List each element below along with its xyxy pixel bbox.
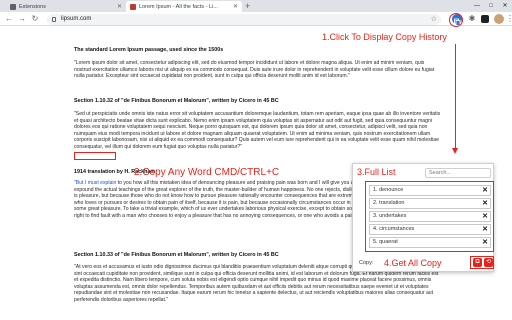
copy-history-popup: 3.Full List Search... 1. denounce ✕ 2. tr…: [352, 163, 494, 272]
annotation-full-list: 3.Full List: [357, 167, 396, 177]
bookmark-star-icon[interactable]: ☆: [431, 14, 437, 25]
address-text: lipsum.com: [61, 15, 92, 22]
back-icon[interactable]: ←: [4, 14, 14, 24]
menu-kebab-icon[interactable]: ⋮: [505, 14, 512, 24]
remove-item-icon[interactable]: ✕: [482, 225, 488, 234]
history-item-label: 4. circumstances: [373, 226, 415, 232]
paragraph-sed-ut: "Sed ut perspiciatis unde omnis iste nat…: [74, 111, 441, 150]
tab-title: Lorem Ipsum - All the facts - Li...: [139, 3, 218, 10]
history-item[interactable]: 5. quaerat ✕: [369, 237, 491, 248]
copy-label: Copy:: [359, 260, 374, 266]
history-item-label: 1. denounce: [373, 187, 404, 193]
annotation-arrow: [455, 44, 456, 151]
minimize-icon[interactable]: —: [470, 0, 484, 12]
address-bar[interactable]: lipsum.com ☆: [47, 13, 441, 25]
annotation-click-display: 1.Click To Display Copy History: [322, 32, 447, 42]
lock-icon: [52, 16, 56, 22]
history-item[interactable]: 1. denounce ✕: [369, 185, 491, 196]
tab-bar: Extensions ✕ Lorem Ipsum - All the facts…: [0, 0, 512, 12]
history-search-input[interactable]: Search...: [425, 168, 491, 178]
forward-icon[interactable]: →: [17, 14, 27, 24]
browser-toolbar: ← → ↻ lipsum.com ☆ ✱ ⋮: [0, 12, 512, 26]
history-item-label: 2. translation: [373, 200, 405, 206]
reload-icon[interactable]: ↻: [30, 14, 40, 24]
history-item[interactable]: 3. undertakes ✕: [369, 211, 491, 222]
close-tab-icon[interactable]: ✕: [233, 3, 238, 10]
puzzle-icon: [10, 3, 16, 10]
tab-extensions[interactable]: Extensions ✕: [6, 1, 126, 12]
heading-section-1-10-33: Section 1.10.33 of "de Finibus Bonorum e…: [74, 252, 279, 258]
maximize-icon[interactable]: □: [484, 0, 498, 12]
history-item[interactable]: 2. translation ✕: [369, 198, 491, 209]
remove-item-icon[interactable]: ✕: [482, 199, 488, 208]
new-tab-icon[interactable]: +: [245, 1, 250, 11]
annotation-arrow-head: [452, 148, 458, 154]
annotation-copy-word: 2.Copy Any Word CMD/CTRL+C: [134, 167, 280, 178]
remove-item-icon[interactable]: ✕: [482, 238, 488, 247]
close-tab-icon[interactable]: ✕: [117, 3, 122, 10]
sidebar-icon[interactable]: [481, 15, 489, 23]
remove-item-icon[interactable]: ✕: [482, 212, 488, 221]
history-item-label: 3. undertakes: [373, 213, 407, 219]
heading-section-1-10-32: Section 1.10.32 of "de Finibus Bonorum e…: [74, 98, 279, 104]
tab-lorem-ipsum[interactable]: Lorem Ipsum - All the facts - Li... ✕: [126, 1, 242, 12]
tab-title: Extensions: [19, 3, 46, 10]
paragraph-lorem: "Lorem ipsum dolor sit amet, consectetur…: [74, 60, 435, 80]
highlighted-selection[interactable]: "But I must explain: [74, 180, 116, 186]
annotation-get-all-copy: 4.Get All Copy: [384, 258, 442, 268]
lipsum-favicon-icon: [130, 3, 136, 10]
extensions-puzzle-icon[interactable]: ✱: [467, 14, 477, 24]
extension-highlight-circle: [449, 12, 463, 27]
close-window-icon[interactable]: ✕: [498, 0, 512, 12]
history-item[interactable]: 4. circumstances ✕: [369, 224, 491, 235]
copy-buttons-frame: [470, 256, 494, 269]
selection-highlight-box: [74, 152, 116, 160]
avatar[interactable]: [494, 14, 504, 24]
history-item-label: 5. quaerat: [373, 239, 398, 245]
full-list-frame: 1. denounce ✕ 2. translation ✕ 3. undertak…: [365, 181, 494, 252]
heading-standard-passage: The standard Lorem Ipsum passage, used s…: [74, 47, 224, 53]
remove-item-icon[interactable]: ✕: [482, 186, 488, 195]
search-placeholder: Search...: [429, 170, 452, 176]
